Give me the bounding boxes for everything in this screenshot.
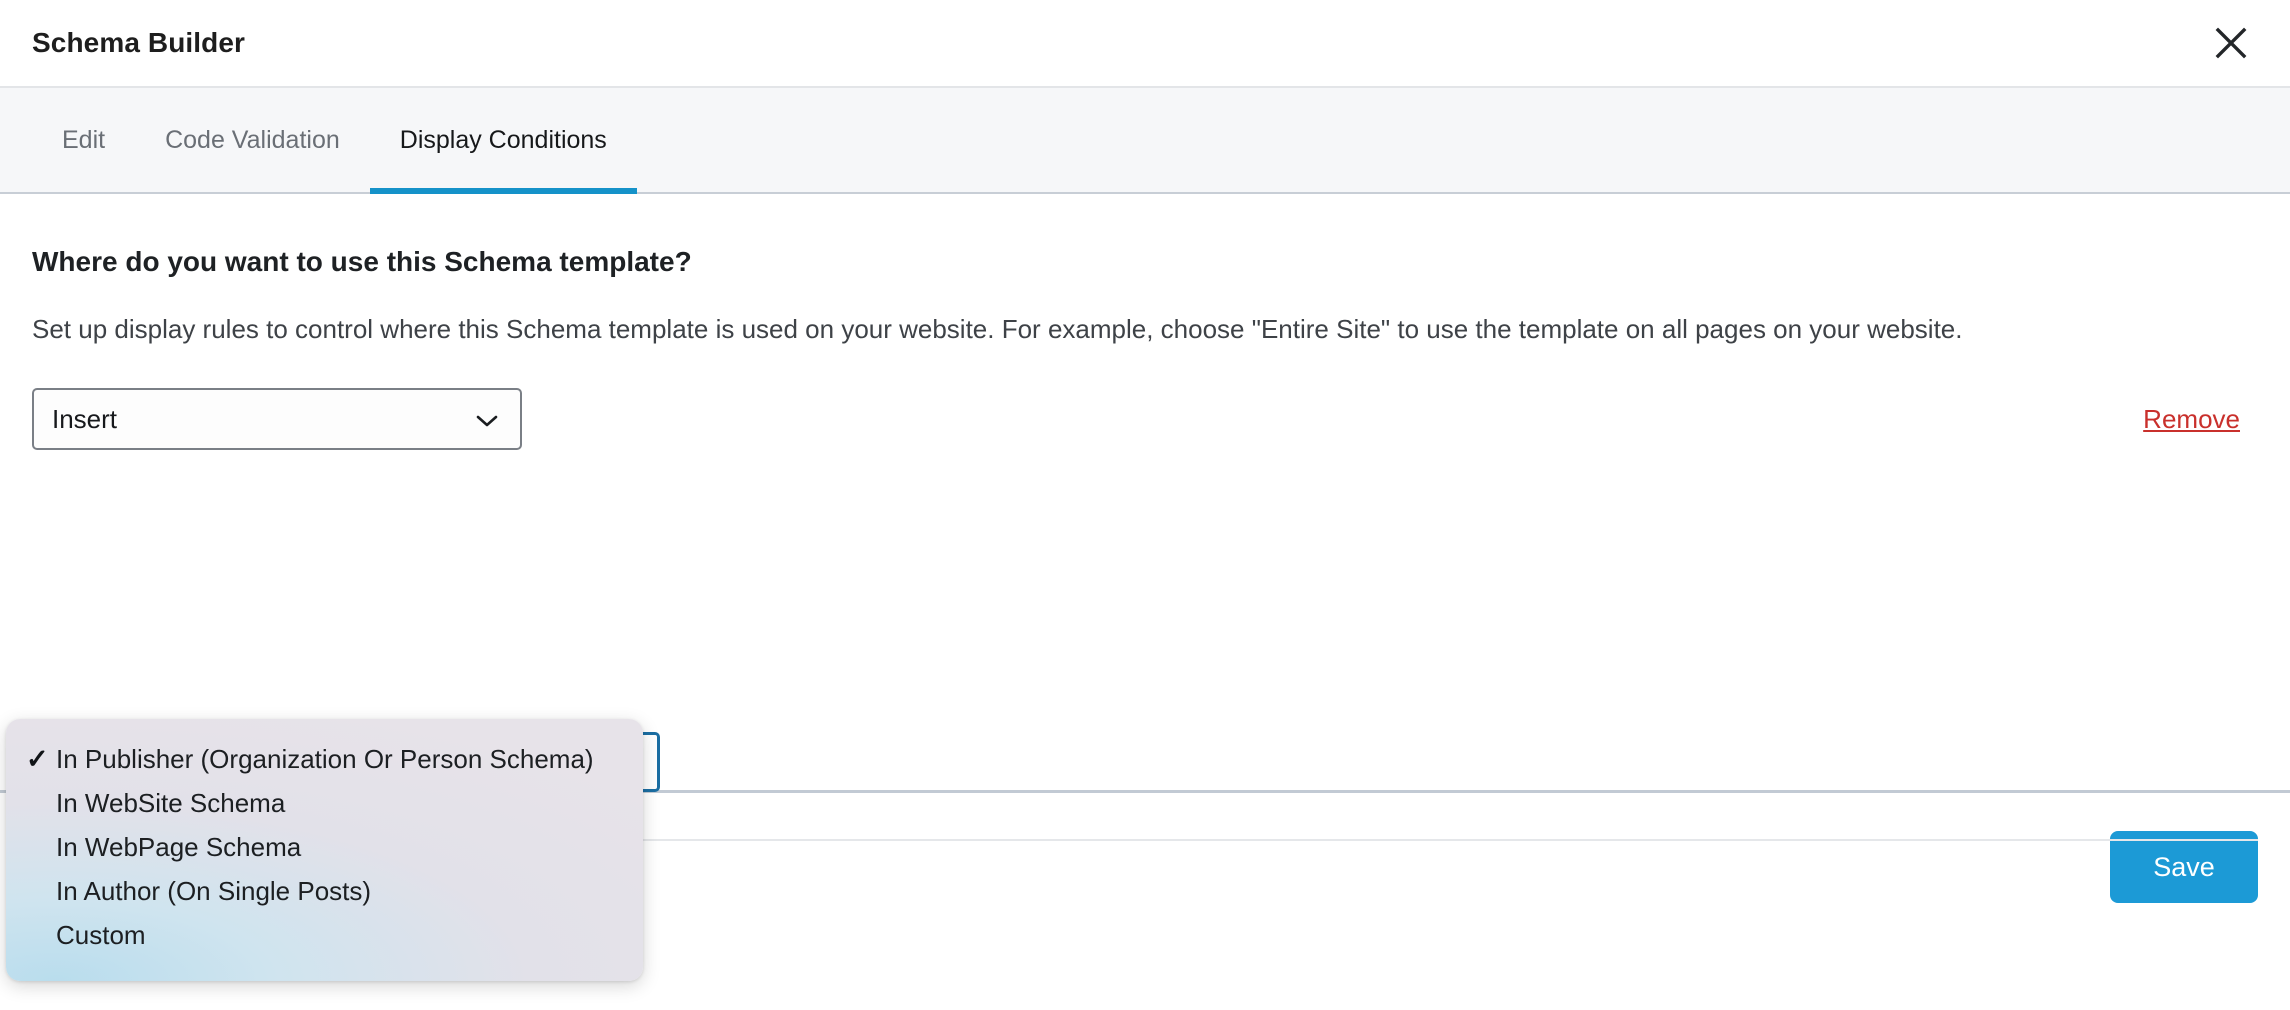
check-icon: ✓ bbox=[26, 743, 49, 774]
dropdown-option-label: In WebPage Schema bbox=[56, 831, 302, 862]
rule-type-select[interactable]: Insert bbox=[32, 388, 522, 451]
remove-rule-link[interactable]: Remove bbox=[2143, 404, 2240, 435]
dropdown-option-in-publisher[interactable]: ✓ In Publisher (Organization Or Person S… bbox=[6, 737, 643, 781]
tab-edit[interactable]: Edit bbox=[32, 88, 135, 192]
tab-code-validation[interactable]: Code Validation bbox=[135, 88, 370, 192]
rule-type-dropdown-menu[interactable]: ✓ In Publisher (Organization Or Person S… bbox=[6, 719, 643, 981]
dropdown-option-label: Custom bbox=[56, 919, 146, 950]
dropdown-option-in-author[interactable]: In Author (On Single Posts) bbox=[6, 869, 643, 913]
tab-edit-label: Edit bbox=[62, 125, 106, 154]
dropdown-option-in-webpage-schema[interactable]: In WebPage Schema bbox=[6, 825, 643, 869]
modal-body: Where do you want to use this Schema tem… bbox=[0, 194, 2290, 981]
save-button[interactable]: Save bbox=[2110, 831, 2258, 903]
tab-display-conditions-label: Display Conditions bbox=[399, 125, 607, 154]
rule-type-select-value: Insert bbox=[52, 403, 118, 434]
close-button[interactable] bbox=[2202, 14, 2260, 72]
tab-code-validation-label: Code Validation bbox=[165, 125, 340, 154]
display-rule-row: Insert Remove bbox=[32, 388, 2258, 451]
rule-type-select-wrap: Insert bbox=[32, 388, 522, 451]
dropdown-option-label: In Publisher (Organization Or Person Sch… bbox=[56, 743, 594, 774]
modal-header: Schema Builder bbox=[0, 0, 2290, 88]
tab-bar: Edit Code Validation Display Conditions bbox=[0, 88, 2290, 194]
chevron-down-icon bbox=[476, 404, 498, 435]
section-description: Set up display rules to control where th… bbox=[32, 314, 1963, 344]
page-title: Schema Builder bbox=[32, 27, 246, 58]
close-icon bbox=[2214, 26, 2248, 60]
section-heading: Where do you want to use this Schema tem… bbox=[32, 246, 692, 277]
tab-display-conditions[interactable]: Display Conditions bbox=[369, 88, 637, 194]
dropdown-option-label: In Author (On Single Posts) bbox=[56, 875, 372, 906]
dropdown-option-in-website-schema[interactable]: In WebSite Schema bbox=[6, 781, 643, 825]
dropdown-option-custom[interactable]: Custom bbox=[6, 913, 643, 957]
schema-builder-modal: Schema Builder Edit Code Validation Disp… bbox=[0, 0, 2290, 1010]
dropdown-option-label: In WebSite Schema bbox=[56, 787, 286, 818]
